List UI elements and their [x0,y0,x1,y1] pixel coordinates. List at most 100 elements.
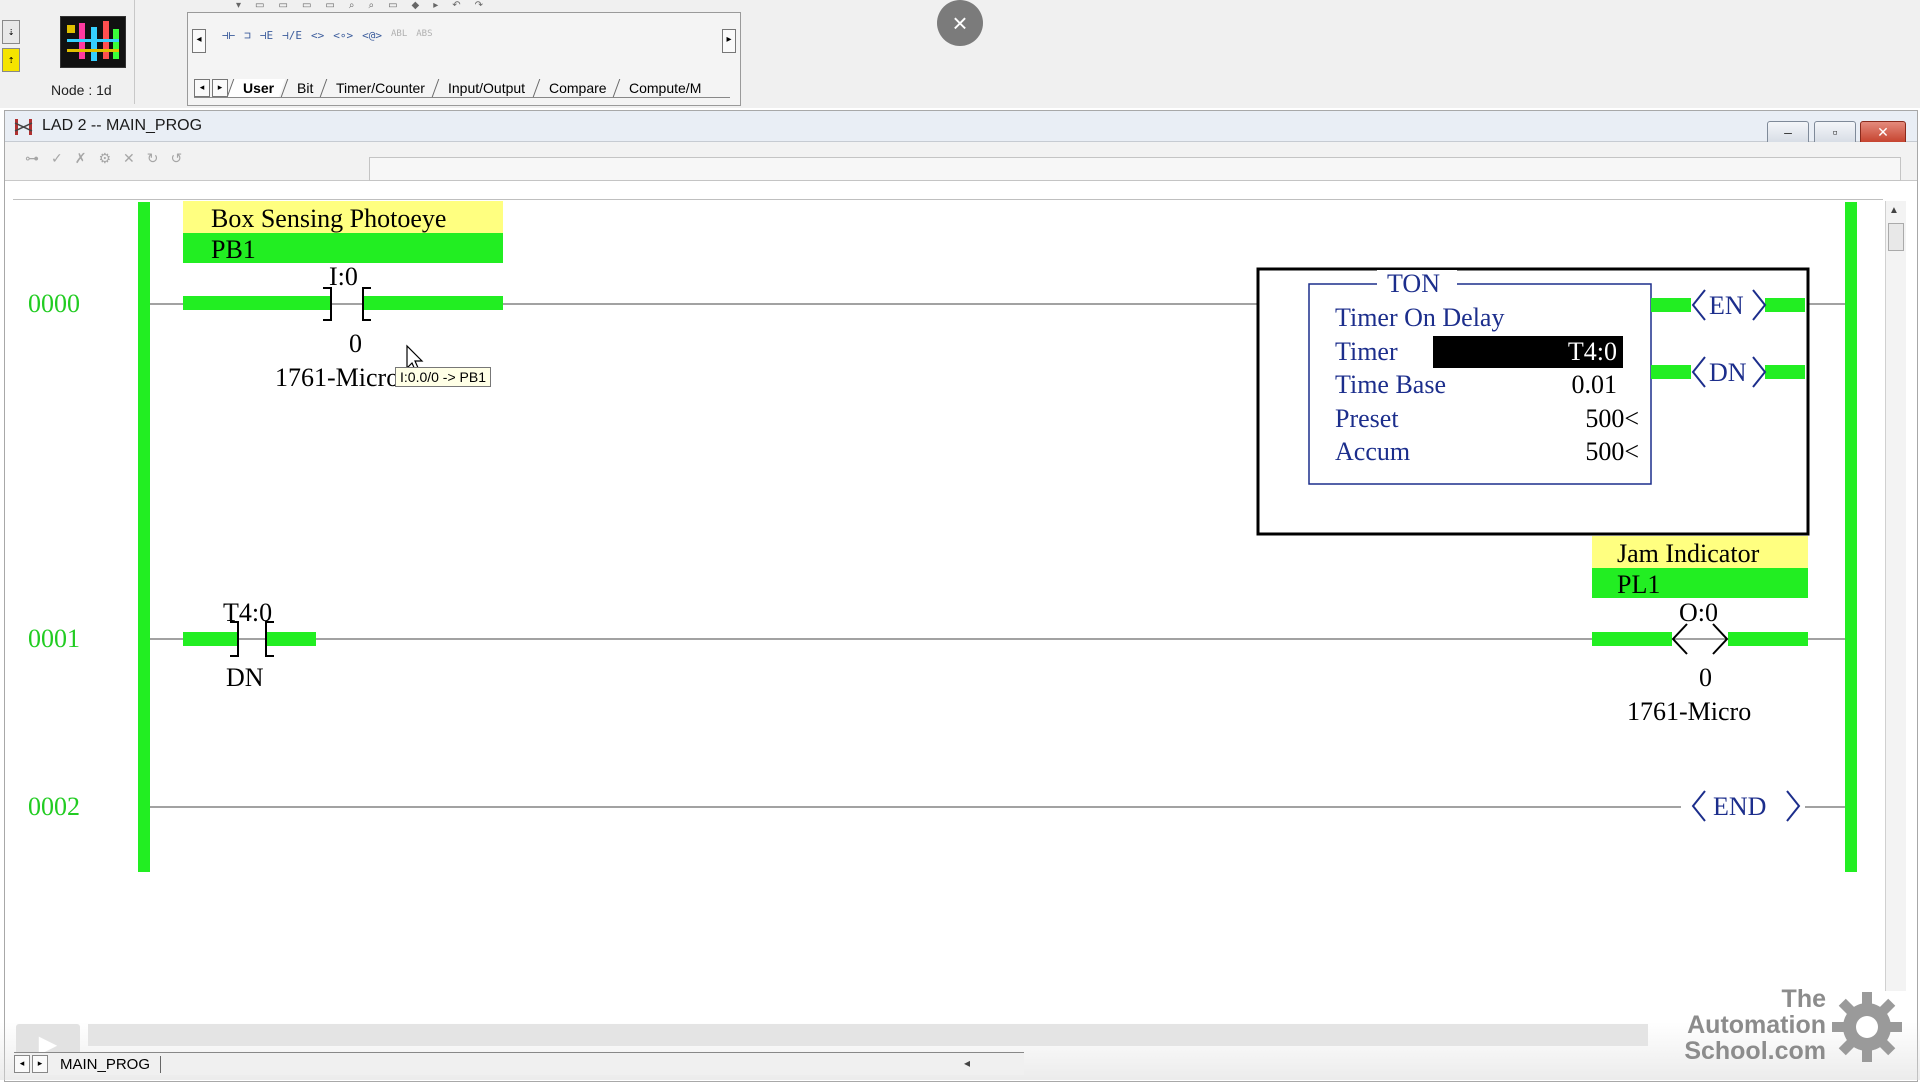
window-title: LAD 2 -- MAIN_PROG [42,117,203,134]
video-progress-bar[interactable] [88,1024,1648,1046]
tab-user[interactable]: User [226,79,286,97]
abl-instruction-icon[interactable]: ABL [391,29,407,42]
ton-timer-label: Timer [1335,337,1398,366]
ladder-file-icon [13,117,35,137]
contact-address-bit: 0 [349,329,362,358]
ladder-window: LAD 2 -- MAIN_PROG ‒ ▫ ✕ ⊶ ✓ ✗ ⚙ ✕ ↻ ↺ 0… [4,110,1918,1082]
delete-icon[interactable]: ✕ [123,150,135,167]
rung-number-2[interactable]: 0002 [28,792,80,821]
scroll-up-icon[interactable]: ▲ [1889,205,1899,216]
start-edit-icon[interactable]: ⊶ [25,150,39,167]
watermark-line2: Automation [1687,1011,1826,1039]
palette-scroll-left-icon[interactable]: ◂ [192,29,206,53]
contact-description: Box Sensing Photoeye [211,204,446,233]
untest-edits-icon[interactable]: ↺ [171,150,183,167]
watermark-line3: School.com [1684,1037,1826,1065]
assemble-icon[interactable]: ⚙ [98,150,111,167]
branch-instruction-icon[interactable]: ⊐ [244,29,251,42]
otu-instruction-icon[interactable]: <@> [362,29,382,42]
rung1-contact-bit: DN [226,663,264,692]
zoom-icon[interactable]: ⌕ [349,0,355,11]
zoom-in-icon[interactable]: ⌕ [368,0,374,11]
scroll-thumb[interactable] [1888,223,1904,251]
xio-instruction-icon[interactable]: ⊣E [260,29,273,42]
window-icon[interactable]: ▭ [388,0,397,11]
rung-number-1[interactable]: 0001 [28,624,80,653]
contact-symbol: PB1 [211,235,256,264]
ton-timer-value[interactable]: T4:0 [1568,337,1617,366]
window-titlebar: LAD 2 -- MAIN_PROG ‒ ▫ ✕ [5,111,1917,145]
ladder-canvas: 0000 Box Sensing Photoeye PB1 I:0 0 1761… [13,199,1883,1000]
edit-mode-icon[interactable]: ⇡ [2,48,20,72]
save-icon[interactable]: ▭ [255,0,264,11]
main-toolbar-strip: ▾ ▭ ▭ ▭ ▭ ⌕ ⌕ ▭ ◆ ▸ ↶ ↷ [236,0,483,11]
overlay-close-icon[interactable]: × [937,0,983,46]
test-edits-icon[interactable]: ↻ [147,150,159,167]
ton-preset-label: Preset [1335,404,1399,433]
rung-number-0[interactable]: 0000 [28,289,80,318]
tab-first-icon[interactable]: ◂ [14,1055,30,1073]
run-icon[interactable]: ▸ [433,0,438,11]
copy-icon[interactable]: ▭ [302,0,311,11]
verify-icon[interactable]: ◆ [412,0,420,11]
redo-icon[interactable]: ↷ [475,0,483,11]
cancel-edit-icon[interactable]: ✗ [75,150,87,167]
coil-address-bit: 0 [1699,663,1712,692]
abs-instruction-icon[interactable]: ABS [416,29,432,42]
paste-icon[interactable]: ▭ [325,0,334,11]
download-mode-icon[interactable]: ⇣ [2,20,20,44]
left-power-rail [138,202,150,872]
tab-input-output[interactable]: Input/Output [432,79,537,97]
vertical-scrollbar[interactable]: ▲ [1885,201,1906,991]
ton-name: Timer On Delay [1335,303,1504,332]
instruction-buttons: ⊣⊢ ⊐ ⊣E ⊣/E <> <∘> <@> ABL ABS [222,29,433,42]
tab-next-icon[interactable]: ▸ [212,79,228,97]
coil-address-word: O:0 [1679,598,1718,627]
undo-icon[interactable]: ↶ [452,0,460,11]
tab-main-prog[interactable]: MAIN_PROG [50,1055,162,1073]
instruction-edit-field[interactable] [369,157,1901,181]
contact-address-word: I:0 [329,262,358,291]
palette-tabs: ◂ ▸ User Bit Timer/Counter Input/Output … [194,77,730,98]
xic-instruction-icon[interactable]: ⊣⊢ [222,29,235,42]
gear-icon [1830,990,1904,1064]
ton-preset-value[interactable]: 500< [1585,404,1639,433]
xio-neg-instruction-icon[interactable]: ⊣/E [282,29,302,42]
tab-timer-counter[interactable]: Timer/Counter [320,79,437,97]
program-tabs: ◂ ▸ MAIN_PROG [14,1052,1024,1075]
print-icon[interactable]: ▭ [278,0,287,11]
tab-bit[interactable]: Bit [280,79,325,97]
toolbar-icon[interactable]: ▾ [236,0,241,11]
accept-edit-icon[interactable]: ✓ [51,150,63,167]
tab-last-icon[interactable]: ▸ [32,1055,48,1073]
ton-accum-value[interactable]: 500< [1585,437,1639,466]
top-toolbar: ▾ ▭ ▭ ▭ ▭ ⌕ ⌕ ▭ ◆ ▸ ↶ ↷ ⇣ ⇡ Node : 1d ◂ … [0,0,1920,108]
palette-scroll-right-icon[interactable]: ▸ [722,29,736,53]
hscroll-left-icon[interactable]: ◂ [964,1056,970,1070]
instruction-palette: ◂ ▸ ⊣⊢ ⊐ ⊣E ⊣/E <> <∘> <@> ABL ABS ◂ ▸ U… [187,12,741,106]
ote-instruction-icon[interactable]: <> [311,29,324,42]
mode-indicator: ⇣ ⇡ [0,18,22,78]
ladder-diagram: 0000 Box Sensing Photoeye PB1 I:0 0 1761… [28,201,1857,872]
watermark-logo: The Automation School.com [1676,986,1826,1064]
address-tooltip: I:0.0/0 -> PB1 [395,367,491,387]
edit-icons: ⊶ ✓ ✗ ⚙ ✕ ↻ ↺ [25,150,182,167]
watermark-line1: The [1781,985,1826,1013]
tab-compare[interactable]: Compare [532,79,618,97]
coil-module: 1761-Micro [1627,697,1751,726]
coil-symbol: PL1 [1617,570,1660,599]
ton-accum-label: Accum [1335,437,1410,466]
ladder-logo-icon [60,16,126,68]
right-power-rail [1845,202,1857,872]
node-label: Node : 1d [51,82,112,98]
coil-description: Jam Indicator [1617,539,1760,568]
ton-en-label: EN [1709,291,1744,320]
tab-prev-icon[interactable]: ◂ [194,79,210,97]
ton-title: TON [1387,269,1440,298]
tab-compute-math[interactable]: Compute/M [612,79,713,97]
ton-timebase-value[interactable]: 0.01 [1572,370,1618,399]
end-label: END [1713,792,1766,821]
ton-timebase-label: Time Base [1335,370,1446,399]
otl-instruction-icon[interactable]: <∘> [333,29,353,42]
ton-dn-label: DN [1709,358,1747,387]
